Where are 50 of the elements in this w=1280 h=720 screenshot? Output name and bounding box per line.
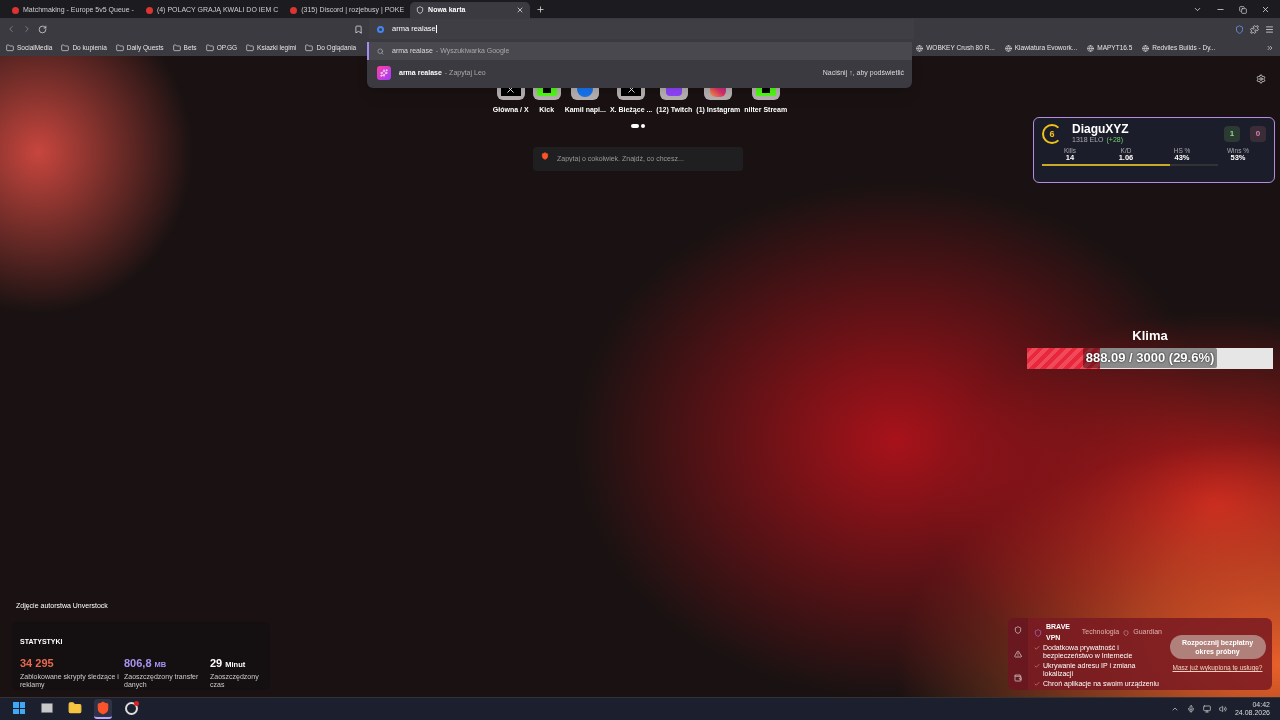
shield-icon (416, 6, 425, 14)
win-count: 1 (1224, 126, 1240, 143)
check-icon (1034, 662, 1040, 669)
microphone-icon[interactable] (1186, 705, 1195, 713)
folder-icon[interactable] (68, 701, 82, 715)
check-icon (1034, 680, 1040, 687)
reload-icon[interactable] (38, 24, 47, 34)
favicon-icon (290, 6, 298, 14)
check-icon (1034, 645, 1040, 651)
close-icon[interactable] (1261, 5, 1270, 14)
warning-icon[interactable] (1014, 650, 1022, 658)
settings-icon[interactable] (1256, 74, 1266, 84)
globe-icon (1142, 44, 1150, 52)
folder-icon (305, 44, 314, 52)
extensions-icon[interactable] (1250, 24, 1259, 34)
speaker-icon[interactable] (1218, 705, 1227, 713)
monitor-icon[interactable] (1202, 705, 1211, 713)
player-name: DiaguXYZ (1072, 123, 1129, 135)
shield-icon[interactable] (1235, 24, 1244, 34)
more-bookmarks-icon[interactable] (1266, 44, 1274, 52)
shield-icon (1123, 629, 1130, 636)
stat-number: 34 295 (20, 656, 55, 671)
folder-icon (172, 44, 181, 52)
meter-title: Klima (1132, 327, 1168, 345)
globe-icon (916, 44, 924, 52)
globe-icon (1087, 44, 1095, 52)
loss-count: 0 (1250, 126, 1266, 143)
taskbar-app[interactable] (94, 699, 112, 719)
chevron-up-icon[interactable] (1170, 705, 1179, 713)
favicon-icon (145, 6, 153, 14)
wallet-icon[interactable] (1014, 674, 1022, 682)
folder-icon (246, 44, 255, 52)
circle-logo-icon[interactable] (124, 701, 138, 715)
new-tab-icon[interactable] (536, 5, 546, 14)
windows-logo-icon[interactable] (13, 702, 25, 714)
folder-icon (61, 44, 70, 52)
chevron-down-icon[interactable] (1193, 5, 1202, 14)
globe-icon (1004, 44, 1012, 52)
bookmark-icon[interactable] (354, 24, 363, 34)
close-icon[interactable] (516, 6, 525, 14)
menu-icon[interactable] (1265, 24, 1274, 34)
favicon-icon (12, 6, 19, 14)
shield-icon (1034, 628, 1042, 637)
folder-icon (6, 44, 14, 52)
folder-icon (205, 44, 214, 52)
restore-icon[interactable] (1239, 5, 1247, 14)
search-icon (377, 47, 384, 55)
folder-icon (115, 44, 124, 52)
task-view-icon[interactable] (41, 703, 53, 713)
sparkle-icon (377, 66, 391, 80)
